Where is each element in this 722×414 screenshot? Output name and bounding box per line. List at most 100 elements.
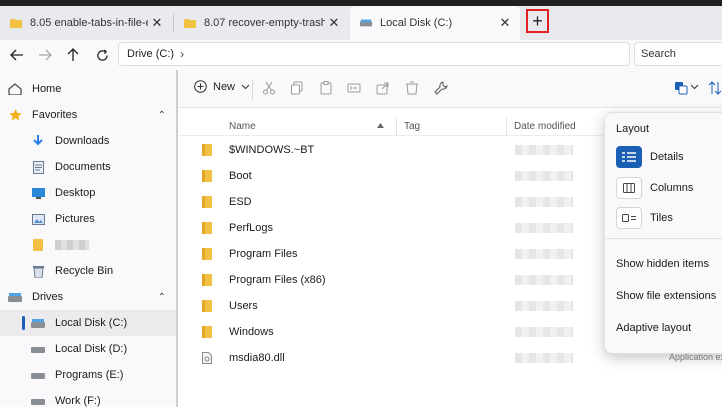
folder-icon xyxy=(202,196,212,208)
tab-label: Local Disk (C:) xyxy=(380,17,453,29)
adaptive-layout-toggle[interactable]: Adaptive layout xyxy=(616,322,691,334)
new-tab-button[interactable]: + xyxy=(526,9,549,33)
sidebar-item-downloads[interactable]: Downloads xyxy=(0,128,176,154)
new-button[interactable]: New xyxy=(194,80,250,93)
sidebar-item-pictures[interactable]: Pictures xyxy=(0,206,176,232)
file-type-cell: Application ex xyxy=(669,352,722,362)
tab-enable-tabs[interactable]: 8.05 enable-tabs-in-file-explore ✕ xyxy=(0,6,172,40)
chevron-right-icon[interactable]: › xyxy=(180,47,184,61)
sidebar-item-documents[interactable]: Documents xyxy=(0,154,176,180)
drive-icon xyxy=(31,317,45,329)
date-modified-redacted xyxy=(515,171,573,181)
folder-icon xyxy=(10,19,22,28)
search-placeholder: Search xyxy=(641,48,676,60)
tab-close-button[interactable]: ✕ xyxy=(148,15,166,31)
layout-option-details[interactable]: Details xyxy=(616,146,684,168)
drive-icon xyxy=(360,19,372,27)
search-input[interactable]: Search xyxy=(634,42,722,66)
cut-icon[interactable] xyxy=(262,81,276,95)
share-icon[interactable] xyxy=(376,81,390,95)
breadcrumb-drive-c[interactable]: Drive (C:) xyxy=(127,48,174,60)
sidebar-item-recycle-bin[interactable]: Recycle Bin xyxy=(0,258,176,284)
file-name: PerfLogs xyxy=(229,222,274,234)
arrow-right-icon xyxy=(39,49,52,61)
recycle-bin-icon xyxy=(31,265,45,278)
sidebar-item-local-disk-c[interactable]: Local Disk (C:) xyxy=(0,310,176,336)
sidebar-item-label: Pictures xyxy=(55,213,95,225)
file-name: $WINDOWS.~BT xyxy=(229,144,315,156)
date-modified-redacted xyxy=(515,275,573,285)
sidebar-item-label: Documents xyxy=(55,161,111,173)
sidebar-item-label: Drives xyxy=(32,291,64,303)
folder-icon xyxy=(202,144,212,156)
pictures-icon xyxy=(31,213,45,225)
documents-icon xyxy=(31,160,45,174)
folder-icon xyxy=(202,248,212,260)
column-header-name[interactable]: Name xyxy=(229,118,256,134)
header-divider xyxy=(178,135,603,136)
column-divider[interactable] xyxy=(506,118,507,136)
sidebar-item-desktop[interactable]: Desktop xyxy=(0,180,176,206)
folder-icon xyxy=(202,222,212,234)
folder-icon xyxy=(202,326,212,338)
sidebar-item-favorites[interactable]: Favorites ⌃ xyxy=(0,102,176,128)
up-button[interactable] xyxy=(62,44,84,66)
properties-wrench-icon[interactable] xyxy=(434,81,448,95)
tab-close-button[interactable]: ✕ xyxy=(325,15,343,31)
view-layout-icon[interactable] xyxy=(674,81,688,95)
file-name: Program Files xyxy=(229,248,298,260)
column-header-date-modified[interactable]: Date modified xyxy=(514,118,576,134)
arrow-left-icon xyxy=(10,49,23,61)
paste-icon[interactable] xyxy=(319,81,333,95)
layout-option-columns[interactable]: Columns xyxy=(616,177,693,199)
column-label: Name xyxy=(229,120,256,132)
refresh-icon xyxy=(96,49,108,61)
sidebar-item-home[interactable]: Home xyxy=(0,76,176,102)
refresh-button[interactable] xyxy=(91,44,113,66)
tab-close-button[interactable]: ✕ xyxy=(496,15,514,31)
layout-flyout: Layout Details Columns Tiles Show hidden… xyxy=(604,112,722,354)
download-icon xyxy=(31,135,45,147)
tiles-view-icon xyxy=(616,207,642,229)
column-divider[interactable] xyxy=(396,118,397,136)
sidebar-item-local-disk-d[interactable]: Local Disk (D:) xyxy=(0,336,176,362)
sidebar-item-work-f[interactable]: Work (F:) xyxy=(0,388,176,414)
forward-button[interactable] xyxy=(34,44,56,66)
tab-recover-trash[interactable]: 8.07 recover-empty-trash-mac ✕ xyxy=(174,6,349,40)
show-file-extensions-toggle[interactable]: Show file extensions xyxy=(616,290,716,302)
sort-ascending-icon[interactable] xyxy=(377,123,384,128)
chevron-up-icon[interactable]: ⌃ xyxy=(158,110,166,121)
sidebar-item-label: Downloads xyxy=(55,135,110,147)
chevron-up-icon[interactable]: ⌃ xyxy=(158,292,166,303)
sidebar-item-blurred-folder[interactable] xyxy=(0,232,176,258)
sort-icon[interactable] xyxy=(708,81,722,95)
back-button[interactable] xyxy=(6,44,28,66)
tab-local-disk-c[interactable]: Local Disk (C:) ✕ xyxy=(350,6,520,40)
folder-icon xyxy=(31,239,45,251)
columns-view-icon xyxy=(616,177,642,199)
sidebar-item-drives[interactable]: Drives ⌃ xyxy=(0,284,176,310)
date-modified-redacted xyxy=(515,223,573,233)
sidebar-item-label: Favorites xyxy=(32,109,78,121)
show-hidden-items-toggle[interactable]: Show hidden items xyxy=(616,258,709,270)
sidebar-item-label: Programs (E:) xyxy=(55,369,124,381)
plus-circle-icon xyxy=(194,80,207,93)
sidebar-item-label: Local Disk (D:) xyxy=(55,343,128,355)
rename-icon[interactable] xyxy=(347,81,361,95)
dll-file-icon xyxy=(202,352,212,364)
star-icon xyxy=(8,109,22,121)
redacted-label xyxy=(55,240,89,250)
column-label: Date modified xyxy=(514,120,576,132)
tab-label: 8.05 enable-tabs-in-file-explore xyxy=(30,17,148,29)
chevron-down-icon[interactable] xyxy=(690,84,699,90)
copy-icon[interactable] xyxy=(290,81,304,95)
date-modified-redacted xyxy=(515,301,573,311)
drive-icon xyxy=(31,369,45,381)
address-bar[interactable]: Drive (C:) › xyxy=(118,42,630,66)
file-name: Boot xyxy=(229,170,252,182)
desktop-icon xyxy=(31,187,45,199)
sidebar-item-programs-e[interactable]: Programs (E:) xyxy=(0,362,176,388)
delete-icon[interactable] xyxy=(405,81,419,95)
column-header-tag[interactable]: Tag xyxy=(404,118,420,134)
layout-option-tiles[interactable]: Tiles xyxy=(616,207,673,229)
